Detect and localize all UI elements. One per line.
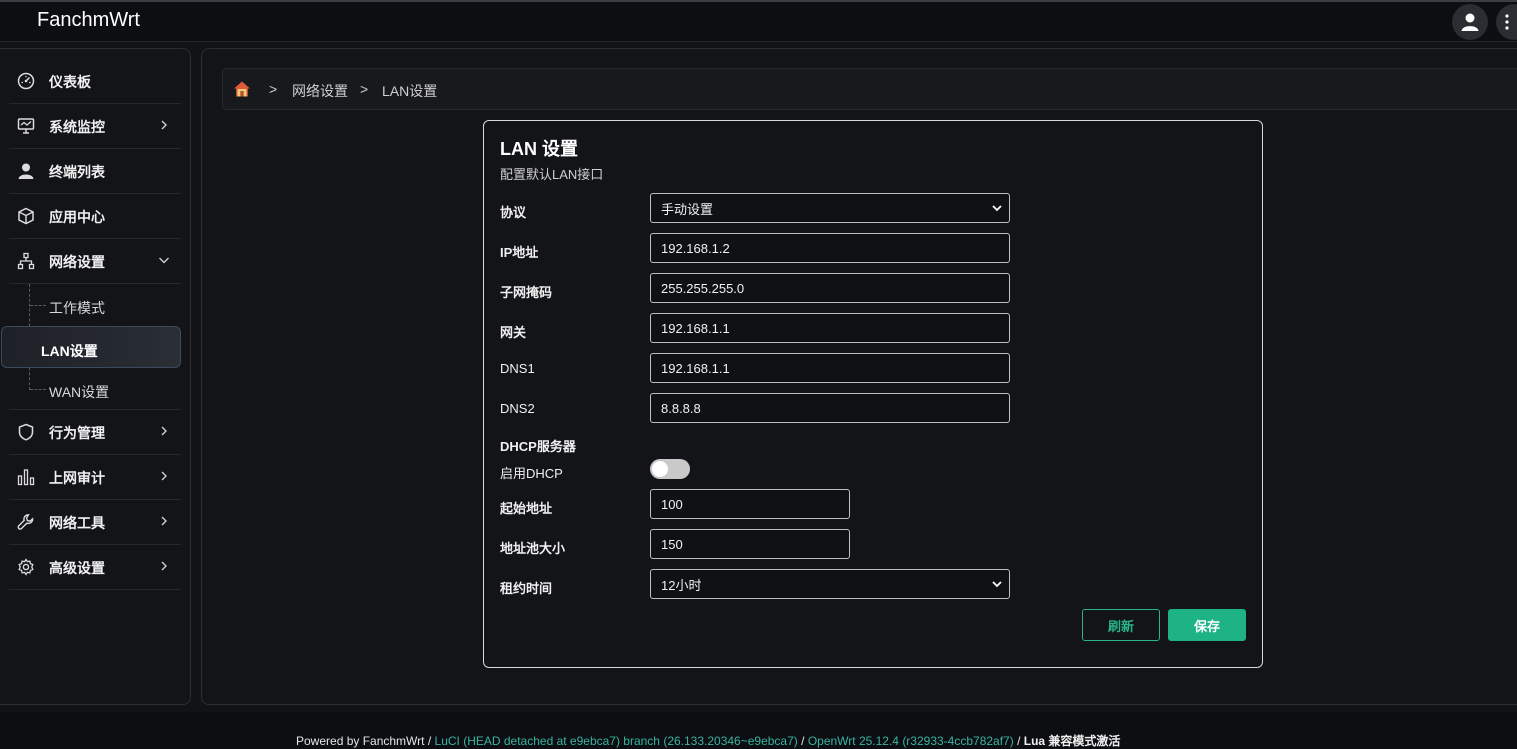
sidebar-item-label: 网络设置 <box>49 254 105 270</box>
sidebar-item-label: 网络工具 <box>49 515 105 531</box>
gateway-input[interactable]: 192.168.1.1 <box>650 313 1010 343</box>
sidebar-item-label: 应用中心 <box>49 209 105 225</box>
submenu-item-label: 工作模式 <box>49 300 105 316</box>
sidebar-item-network-tools[interactable]: 网络工具 <box>9 500 181 545</box>
chevron-right-icon <box>161 426 167 436</box>
wrench-icon <box>17 514 34 530</box>
netmask-input[interactable]: 255.255.255.0 <box>650 273 1010 303</box>
sidebar-item-advanced-settings[interactable]: 高级设置 <box>9 545 181 590</box>
sidebar-item-network-settings[interactable]: 网络设置 <box>9 239 181 284</box>
user-avatar-button[interactable] <box>1452 4 1488 40</box>
start-address-label: 起始地址 <box>500 501 553 516</box>
sidebar-item-behavior-management[interactable]: 行为管理 <box>9 410 181 455</box>
ip-address-label: IP地址 <box>500 245 539 260</box>
sidebar-item-internet-audit[interactable]: 上网审计 <box>9 455 181 500</box>
submenu-item-lan-settings[interactable]: LAN设置 <box>1 326 181 368</box>
footer-luci-link[interactable]: LuCI (HEAD detached at e9ebca7) branch (… <box>435 734 798 748</box>
brand-title[interactable]: FanchmWrt <box>37 9 140 32</box>
lease-time-selected-value: 12小时 <box>661 577 702 593</box>
dns1-input[interactable]: 192.168.1.1 <box>650 353 1010 383</box>
card-title: LAN 设置 <box>500 139 578 159</box>
sidebar-item-app-center[interactable]: 应用中心 <box>9 194 181 239</box>
enable-dhcp-toggle[interactable] <box>650 459 690 479</box>
pool-size-input[interactable]: 150 <box>650 529 850 559</box>
sidebar: 仪表板 系统监控 终端列表 应用中心 网络设置 工作模式 LAN设置 WAN设置… <box>0 48 191 705</box>
breadcrumb-separator: > <box>269 81 278 97</box>
ip-address-input[interactable]: 192.168.1.2 <box>650 233 1010 263</box>
chevron-down-icon <box>992 581 1002 588</box>
sidebar-item-system-monitor[interactable]: 系统监控 <box>9 104 181 149</box>
dns1-label: DNS1 <box>500 361 535 376</box>
network-submenu: 工作模式 LAN设置 WAN设置 <box>1 284 181 410</box>
cube-icon <box>18 207 34 225</box>
breadcrumb-network-settings[interactable]: 网络设置 <box>292 81 348 101</box>
footer-openwrt-link[interactable]: OpenWrt 25.12.4 (r32933-4ccb782af7) <box>808 734 1014 748</box>
gear-icon <box>18 558 34 576</box>
submenu-item-wan-settings[interactable]: WAN设置 <box>9 368 181 410</box>
lease-time-label: 租约时间 <box>500 581 553 596</box>
lease-time-select[interactable]: 12小时 <box>650 569 1010 599</box>
protocol-select[interactable]: 手动设置 <box>650 193 1010 223</box>
dhcp-section-title: DHCP服务器 <box>500 439 576 454</box>
shield-icon <box>18 423 34 441</box>
footer-line: Powered by FanchmWrt / LuCI (HEAD detach… <box>296 732 1120 749</box>
submenu-item-work-mode[interactable]: 工作模式 <box>9 284 181 326</box>
submenu-item-label: WAN设置 <box>49 384 110 400</box>
user-icon <box>18 163 34 179</box>
enable-dhcp-label: 启用DHCP <box>500 466 563 481</box>
sidebar-item-label: 高级设置 <box>49 560 105 576</box>
footer-separator: / <box>801 734 805 748</box>
sidebar-item-label: 仪表板 <box>49 74 91 90</box>
bar-chart-icon <box>17 469 35 486</box>
chevron-right-icon <box>161 561 167 571</box>
protocol-label: 协议 <box>500 205 527 220</box>
breadcrumb: > 网络设置 > LAN设置 <box>222 68 1517 110</box>
chevron-down-icon <box>159 257 169 264</box>
chevron-right-icon <box>161 516 167 526</box>
user-icon <box>1461 13 1479 31</box>
chevron-right-icon <box>161 471 167 481</box>
protocol-selected-value: 手动设置 <box>661 201 714 217</box>
chevron-right-icon <box>161 120 167 130</box>
dns2-input[interactable]: 8.8.8.8 <box>650 393 1010 423</box>
sidebar-item-terminal-list[interactable]: 终端列表 <box>9 149 181 194</box>
gateway-label: 网关 <box>500 325 527 340</box>
monitor-icon <box>17 118 35 134</box>
sidebar-item-label: 系统监控 <box>49 119 105 135</box>
sidebar-item-label: 行为管理 <box>49 425 105 441</box>
footer-lua-mode: Lua 兼容模式激活 <box>1023 734 1121 748</box>
dns2-label: DNS2 <box>500 401 535 416</box>
footer-separator: / <box>1017 734 1021 748</box>
sidebar-item-label: 终端列表 <box>49 164 105 180</box>
dashboard-icon <box>17 72 35 90</box>
sidebar-menu: 仪表板 系统监控 终端列表 应用中心 网络设置 工作模式 LAN设置 WAN设置… <box>1 59 181 590</box>
pool-size-label: 地址池大小 <box>500 541 566 556</box>
home-icon[interactable] <box>233 80 251 98</box>
card-description: 配置默认LAN接口 <box>500 167 604 182</box>
breadcrumb-lan-settings: LAN设置 <box>382 83 438 99</box>
netmask-label: 子网掩码 <box>500 285 553 300</box>
submenu-item-label: LAN设置 <box>41 343 98 359</box>
save-button[interactable]: 保存 <box>1168 609 1246 641</box>
more-vertical-icon <box>1505 14 1509 30</box>
more-menu-button[interactable] <box>1496 4 1517 40</box>
footer-powered-by: Powered by FanchmWrt / <box>296 734 432 748</box>
refresh-button[interactable]: 刷新 <box>1082 609 1160 641</box>
chevron-down-icon <box>992 205 1002 212</box>
breadcrumb-separator: > <box>360 81 369 97</box>
toggle-knob <box>652 461 668 477</box>
top-bar: FanchmWrt <box>0 0 1517 42</box>
lan-settings-card: LAN 设置 配置默认LAN接口 协议 手动设置 IP地址 192.168.1.… <box>483 120 1263 668</box>
sidebar-item-label: 上网审计 <box>49 470 105 486</box>
network-icon <box>17 252 35 270</box>
footer: Powered by FanchmWrt / LuCI (HEAD detach… <box>0 712 1517 749</box>
start-address-input[interactable]: 100 <box>650 489 850 519</box>
sidebar-item-dashboard[interactable]: 仪表板 <box>9 59 181 104</box>
